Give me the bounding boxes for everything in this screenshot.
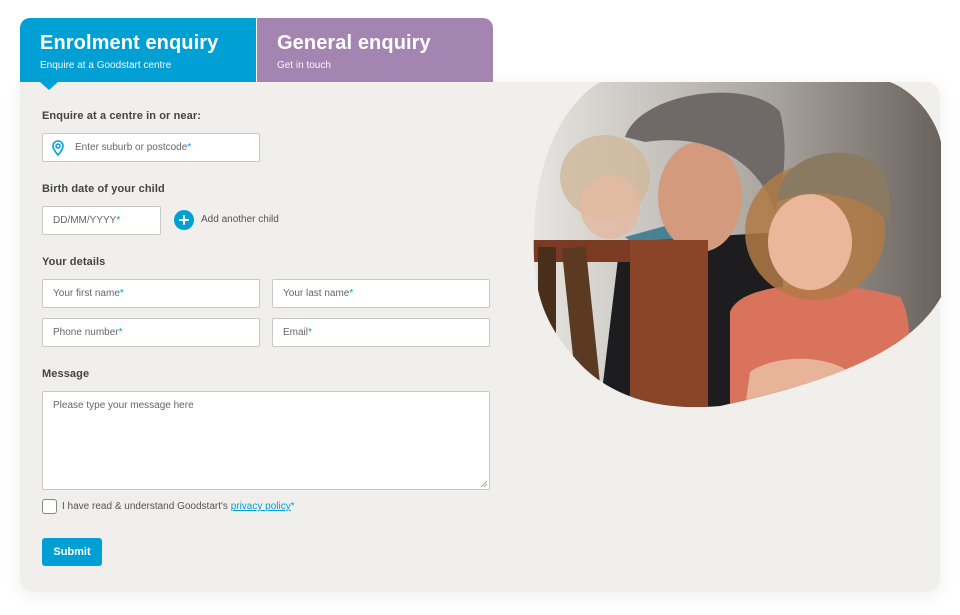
required-mark: * (290, 501, 295, 512)
consent-text: I have read & understand Goodstart's pri… (62, 501, 295, 512)
required-mark: * (119, 288, 124, 299)
email-input[interactable]: Email * (272, 318, 490, 347)
first-name-placeholder: Your first name (53, 288, 120, 299)
tab-title: General enquiry (277, 32, 431, 54)
required-mark: * (308, 327, 312, 338)
location-input[interactable]: Enter suburb or postcode * (42, 133, 260, 162)
add-child-button[interactable] (174, 210, 194, 230)
required-mark: * (118, 327, 123, 338)
birthdate-placeholder: DD/MM/YYYY (53, 215, 117, 226)
tab-enrolment-enquiry[interactable]: Enrolment enquiry Enquire at a Goodstart… (20, 18, 256, 90)
active-tab-indicator (40, 82, 58, 90)
email-placeholder: Email (283, 327, 309, 338)
resize-handle[interactable] (481, 481, 487, 487)
phone-input[interactable]: Phone number * (42, 318, 260, 347)
family-photo (533, 82, 941, 408)
phone-placeholder: Phone number (53, 327, 119, 338)
consent-label: I have read & understand Goodstart's (62, 501, 231, 512)
last-name-placeholder: Your last name (283, 288, 350, 299)
birthdate-input[interactable]: DD/MM/YYYY * (42, 206, 161, 235)
add-child-link[interactable]: Add another child (201, 214, 279, 225)
tab-general-enquiry[interactable]: General enquiry Get in touch (257, 18, 493, 82)
message-label: Message (42, 368, 90, 380)
required-mark: * (349, 288, 354, 299)
wooden-post (630, 240, 708, 408)
birthdate-label: Birth date of your child (42, 183, 165, 195)
tab-subtitle: Get in touch (277, 60, 331, 71)
location-pin-icon (52, 139, 64, 156)
girl-hands (745, 358, 850, 408)
privacy-policy-link[interactable]: privacy policy (231, 501, 291, 512)
required-mark: * (187, 142, 192, 153)
background-child-face (580, 175, 640, 239)
privacy-checkbox[interactable] (42, 499, 57, 514)
plus-icon (179, 215, 189, 225)
girl-face (768, 194, 852, 290)
enquiry-tabs: Enrolment enquiry Enquire at a Goodstart… (20, 18, 493, 90)
man-face (658, 142, 742, 252)
wooden-stick (538, 247, 556, 408)
location-label: Enquire at a centre in or near: (42, 110, 201, 122)
required-mark: * (116, 215, 121, 226)
location-placeholder: Enter suburb or postcode (75, 142, 188, 153)
details-label: Your details (42, 256, 106, 268)
submit-button[interactable]: Submit (42, 538, 102, 566)
last-name-input[interactable]: Your last name * (272, 279, 490, 308)
message-placeholder: Please type your message here (53, 400, 194, 411)
message-textarea[interactable]: Please type your message here (42, 391, 490, 490)
tab-subtitle: Enquire at a Goodstart centre (40, 60, 172, 71)
tab-title: Enrolment enquiry (40, 32, 219, 54)
first-name-input[interactable]: Your first name * (42, 279, 260, 308)
